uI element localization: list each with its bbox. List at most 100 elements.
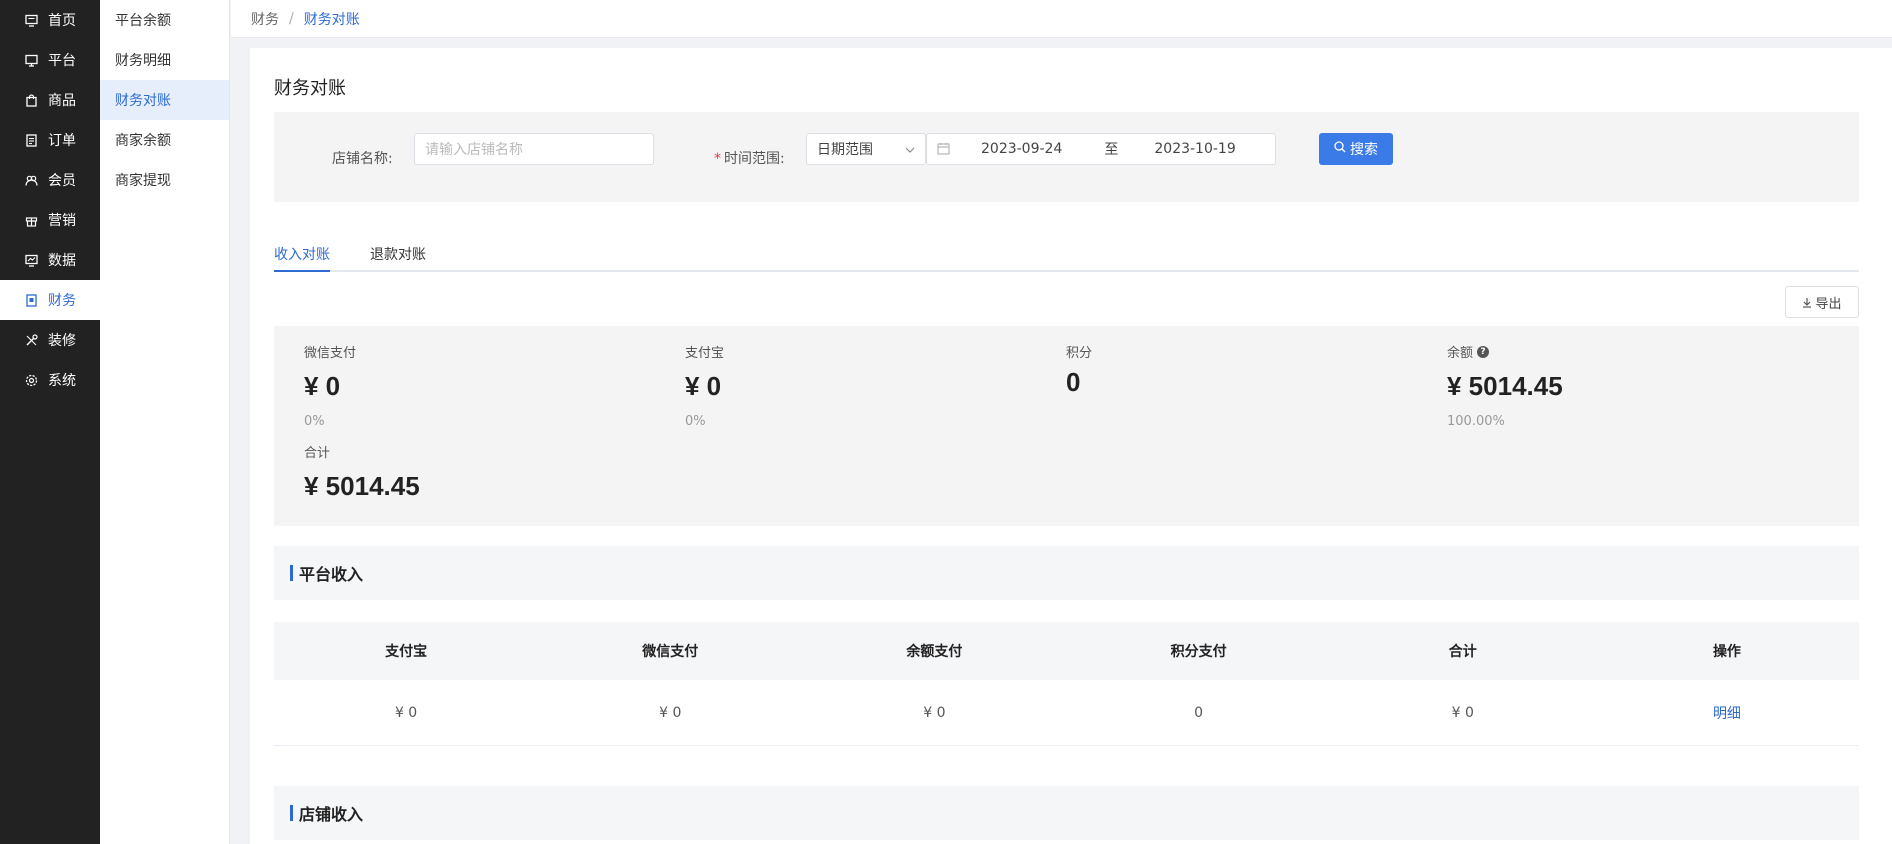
start-date[interactable]: 2023-09-24	[981, 141, 1062, 157]
end-date[interactable]: 2023-10-19	[1154, 141, 1235, 157]
stat-percent: 100.00%	[1447, 414, 1505, 429]
gift-icon	[24, 213, 38, 227]
nav-item-home[interactable]: 首页	[0, 0, 100, 40]
submenu-item-platform-balance[interactable]: 平台余额	[100, 0, 229, 40]
calendar-icon	[937, 142, 951, 156]
nav-label: 数据	[48, 253, 76, 269]
date-range-picker[interactable]: 2023-09-24 至 2023-10-19	[926, 133, 1276, 165]
nav-item-finance[interactable]: 财务	[0, 280, 100, 320]
home-icon	[24, 13, 38, 27]
submenu-item-merchant-balance[interactable]: 商家余额	[100, 120, 229, 160]
nav-item-data[interactable]: 数据	[0, 240, 100, 280]
gear-icon	[24, 373, 38, 387]
breadcrumb-separator: /	[289, 10, 294, 27]
cell-action: 明细	[1595, 680, 1859, 745]
main-content: 财务对账 店铺名称: 请输入店铺名称 * 时间范围: 日期范围 2023-09-2…	[250, 48, 1892, 844]
nav-label: 首页	[48, 13, 76, 29]
section-marker	[290, 565, 293, 581]
cell-wechat: ¥ 0	[659, 704, 682, 721]
nav-item-orders[interactable]: 订单	[0, 120, 100, 160]
export-button[interactable]: 导出	[1785, 286, 1859, 318]
nav-item-system[interactable]: 系统	[0, 360, 100, 400]
download-icon	[1802, 297, 1812, 308]
search-button[interactable]: 搜索	[1319, 133, 1393, 165]
breadcrumb-parent[interactable]: 财务	[251, 9, 279, 29]
monitor-icon	[24, 53, 38, 67]
stat-label: 合计	[304, 446, 331, 461]
stat-percent: 0%	[685, 414, 706, 429]
nav-label: 系统	[48, 373, 76, 389]
stat-balance: 余额 ? ¥ 5014.45 100.00%	[1447, 342, 1563, 429]
nav-label: 商品	[48, 93, 76, 109]
nav-label: 平台	[48, 53, 76, 69]
finance-icon	[24, 293, 38, 307]
stat-value: ¥ 5014.45	[1447, 371, 1563, 401]
cell-points: 0	[1194, 704, 1204, 721]
chart-icon	[24, 253, 38, 267]
column-header: 操作	[1712, 644, 1741, 660]
submenu-item-merchant-withdraw[interactable]: 商家提现	[100, 160, 229, 200]
stat-total: 合计 ¥ 5014.45	[304, 442, 420, 502]
nav-item-platform[interactable]: 平台	[0, 40, 100, 80]
chevron-down-icon	[905, 141, 915, 157]
platform-income-header: 平台收入	[274, 546, 1859, 600]
stat-value: ¥ 5014.45	[304, 471, 420, 501]
summary-panel: 微信支付 ¥ 0 0% 支付宝 ¥ 0 0% 积分 0 余额 ? ¥ 5014.…	[274, 326, 1859, 526]
table-header: 支付宝 微信支付 余额支付 积分支付 合计 操作	[274, 622, 1859, 680]
section-title: 店铺收入	[299, 805, 364, 824]
tab-refund[interactable]: 退款对账	[370, 244, 426, 264]
tools-icon	[24, 333, 38, 347]
table-row: ¥ 0 ¥ 0 ¥ 0 0 ¥ 0 明细	[274, 680, 1859, 746]
section-marker	[290, 805, 293, 821]
help-icon[interactable]: ?	[1477, 345, 1490, 358]
shop-name-label: 店铺名称:	[332, 151, 393, 167]
stat-value: ¥ 0	[685, 371, 722, 401]
stat-value: 0	[1066, 367, 1081, 397]
detail-link[interactable]: 明细	[1713, 703, 1741, 723]
nav-label: 订单	[48, 133, 76, 149]
stat-points: 积分 0	[1066, 342, 1092, 398]
range-separator: 至	[1104, 142, 1119, 158]
breadcrumb: 财务 / 财务对账	[231, 0, 1892, 38]
nav-label: 装修	[48, 333, 76, 349]
stat-label: 积分	[1066, 346, 1093, 361]
bag-icon	[24, 93, 38, 107]
nav-item-decoration[interactable]: 装修	[0, 320, 100, 360]
column-header: 积分支付	[1170, 644, 1227, 660]
finance-submenu: 平台余额 财务明细 财务对账 商家余额 商家提现	[100, 0, 230, 844]
breadcrumb-current: 财务对账	[303, 11, 360, 28]
nav-item-goods[interactable]: 商品	[0, 80, 100, 120]
range-type-value: 日期范围	[817, 142, 873, 158]
shop-name-placeholder: 请输入店铺名称	[425, 142, 523, 158]
active-tab-indicator	[274, 270, 330, 272]
search-button-label: 搜索	[1350, 142, 1378, 158]
stat-label: 支付宝	[685, 346, 725, 361]
nav-label: 营销	[48, 213, 76, 229]
submenu-item-reconciliation[interactable]: 财务对账	[100, 80, 229, 120]
time-range-label-text: 时间范围:	[724, 151, 785, 167]
stat-percent: 0%	[304, 414, 325, 429]
reconciliation-tabs: 收入对账 退款对账	[274, 232, 1859, 272]
main-nav: 首页 平台 商品 订单 会员 营销 数据 财务 装修 系统	[0, 0, 100, 844]
cell-alipay: ¥ 0	[394, 704, 418, 721]
column-header: 支付宝	[385, 644, 428, 660]
submenu-item-finance-detail[interactable]: 财务明细	[100, 40, 229, 80]
nav-item-members[interactable]: 会员	[0, 160, 100, 200]
search-icon	[1334, 141, 1350, 157]
nav-label: 会员	[48, 173, 76, 189]
nav-label: 财务	[48, 293, 76, 309]
stat-alipay: 支付宝 ¥ 0 0%	[685, 342, 724, 429]
cell-balance: ¥ 0	[923, 704, 946, 721]
section-title: 平台收入	[299, 565, 364, 584]
shop-income-header: 店铺收入	[274, 786, 1859, 840]
column-header: 余额支付	[906, 644, 963, 660]
required-mark: *	[714, 151, 721, 167]
shop-name-input[interactable]: 请输入店铺名称	[414, 133, 654, 165]
stat-label: 余额	[1447, 346, 1474, 361]
cell-total: ¥ 0	[1451, 704, 1474, 721]
time-range-label: * 时间范围:	[714, 148, 785, 168]
tab-income[interactable]: 收入对账	[274, 244, 330, 264]
nav-item-marketing[interactable]: 营销	[0, 200, 100, 240]
stat-wechat: 微信支付 ¥ 0 0%	[304, 342, 356, 429]
range-type-select[interactable]: 日期范围	[806, 133, 926, 165]
